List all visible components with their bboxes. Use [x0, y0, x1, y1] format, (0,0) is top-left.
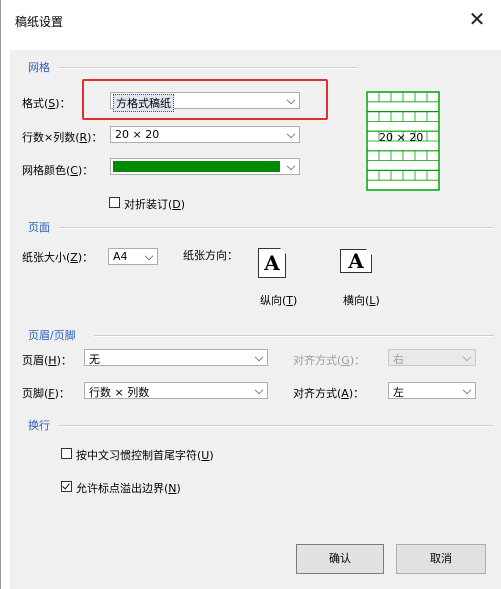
- page-setup-dialog: 稿纸设置 ✕ 网格 格式(S)： 方格式稿纸 行数×列数(R)： 20 × 20…: [0, 0, 501, 589]
- header-align-value: 右: [393, 353, 404, 366]
- header-footer-section-title: 页眉/页脚: [28, 329, 76, 342]
- fold-binding-checkbox[interactable]: [109, 197, 120, 208]
- paper-size-select[interactable]: A4: [108, 248, 158, 265]
- rows-cols-value: 20 × 20: [115, 128, 160, 141]
- wrap-section-divider: [58, 425, 494, 427]
- cancel-button[interactable]: 取消: [396, 544, 486, 574]
- portrait-orientation-button[interactable]: A: [258, 248, 286, 278]
- ok-button[interactable]: 确认: [296, 544, 384, 574]
- close-button[interactable]: ✕: [457, 6, 497, 34]
- grid-section-title: 网格: [28, 61, 50, 74]
- header-label: 页眉(H)：: [22, 354, 72, 367]
- check-icon: [62, 481, 70, 490]
- header-align-select[interactable]: 右: [388, 349, 476, 366]
- footer-label: 页脚(F)：: [22, 387, 70, 400]
- color-swatch: [113, 161, 280, 172]
- page-section-title: 页面: [28, 221, 50, 234]
- header-value: 无: [89, 353, 100, 366]
- format-label: 格式(S)：: [22, 97, 71, 110]
- rows-cols-select[interactable]: 20 × 20: [110, 126, 300, 143]
- chevron-down-icon: [286, 161, 296, 171]
- close-icon: ✕: [468, 7, 486, 31]
- dialog-title: 稿纸设置: [15, 15, 64, 29]
- header-select[interactable]: 无: [84, 349, 268, 366]
- footer-align-select[interactable]: 左: [388, 382, 476, 399]
- landscape-icon: A: [348, 249, 364, 273]
- portrait-label: 纵向(T): [260, 294, 298, 307]
- chevron-down-icon: [254, 385, 264, 395]
- footer-align-value: 左: [393, 386, 404, 399]
- orientation-label: 纸张方向：: [183, 249, 238, 262]
- rows-cols-label: 行数×列数(R)：: [22, 131, 103, 144]
- fold-binding-label: 对折装订(D): [124, 198, 186, 211]
- chevron-down-icon: [462, 385, 472, 395]
- punctuation-overflow-label: 允许标点溢出边界(N): [76, 482, 181, 495]
- footer-select[interactable]: 行数 × 列数: [84, 382, 268, 399]
- chinese-rules-label: 按中文习惯控制首尾字符(U): [76, 449, 214, 462]
- landscape-orientation-button[interactable]: A: [340, 249, 372, 273]
- paper-size-label: 纸张大小(Z)：: [22, 251, 94, 264]
- punctuation-overflow-checkbox[interactable]: [61, 481, 72, 492]
- dialog-body: 网格 格式(S)： 方格式稿纸 行数×列数(R)： 20 × 20 网格颜色(C…: [10, 50, 501, 589]
- grid-color-label: 网格颜色(C)：: [22, 164, 94, 177]
- chevron-down-icon: [462, 352, 472, 362]
- grid-preview: 20 × 20: [366, 91, 440, 191]
- header-align-label: 对齐方式(G)：: [293, 354, 366, 367]
- wrap-section-title: 换行: [28, 419, 50, 432]
- chevron-down-icon: [254, 352, 264, 362]
- chevron-down-icon: [144, 251, 154, 261]
- chinese-rules-checkbox[interactable]: [61, 448, 72, 459]
- page-section-divider: [58, 227, 494, 229]
- grid-section-divider: [58, 67, 358, 69]
- highlight-box: [82, 79, 328, 120]
- footer-align-label: 对齐方式(A)：: [293, 387, 365, 400]
- grid-preview-text: 20 × 20: [379, 131, 424, 144]
- landscape-label: 横向(L): [343, 294, 380, 307]
- paper-size-value: A4: [113, 250, 128, 263]
- header-footer-divider: [94, 335, 494, 337]
- chevron-down-icon: [286, 129, 296, 139]
- portrait-icon: A: [264, 251, 280, 275]
- footer-value: 行数 × 列数: [89, 386, 150, 399]
- title-bar: 稿纸设置 ✕: [1, 0, 501, 39]
- grid-color-select[interactable]: [110, 158, 300, 175]
